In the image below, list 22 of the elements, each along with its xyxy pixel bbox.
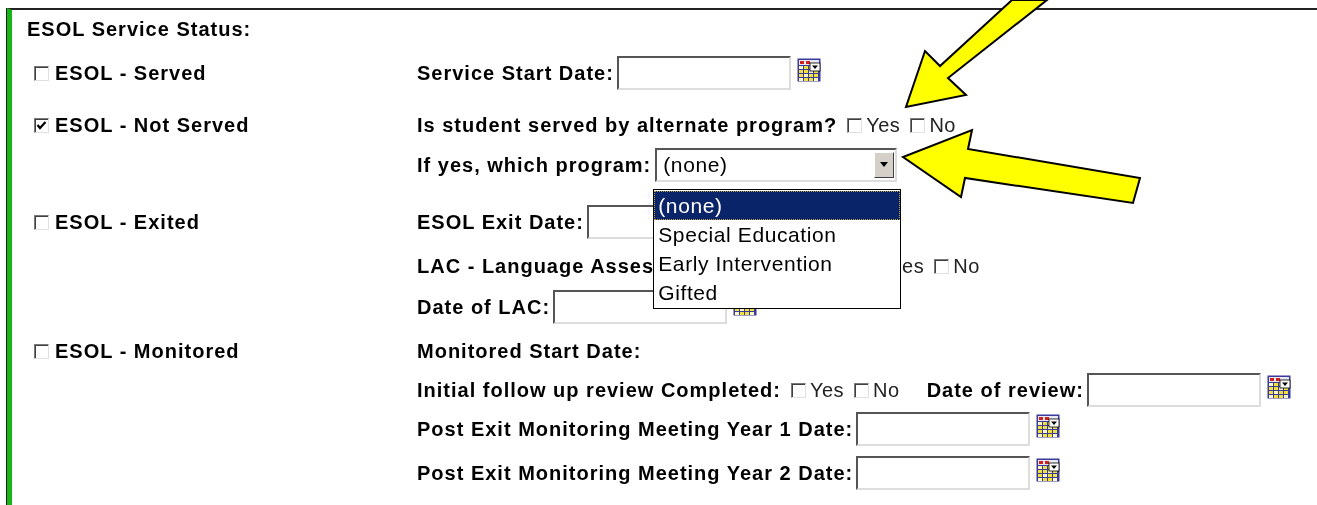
checkbox-label: Yes [809, 378, 845, 403]
field-label: Date of LAC: [417, 295, 551, 320]
status-label: ESOL - Served [55, 61, 207, 86]
status-label: ESOL - Exited [55, 210, 200, 235]
field-label: If yes, which program: [417, 153, 652, 178]
checkbox-label: Yes [866, 113, 901, 138]
field-label: Date of review: [926, 378, 1084, 403]
status-label: ESOL - Not Served [55, 113, 250, 138]
field-label: Is student served by alternate program? [417, 113, 838, 138]
field-label: ESOL Exit Date: [417, 210, 584, 235]
field-label: Post Exit Monitoring Meeting Year 2 Date: [417, 461, 854, 486]
field-label: Service Start Date: [417, 61, 614, 86]
checkbox-label: No [929, 113, 956, 138]
field-label: LAC - Language Asses [417, 254, 655, 279]
checkbox-label: No [953, 254, 980, 279]
field-label: Initial follow up review Completed: [417, 378, 781, 403]
checkbox-label: No [873, 378, 900, 403]
field-label: Post Exit Monitoring Meeting Year 1 Date: [417, 417, 854, 442]
status-label: ESOL - Monitored [55, 339, 240, 364]
field-label: Monitored Start Date: [417, 339, 642, 364]
option-label: es [902, 254, 925, 279]
section-title: ESOL Service Status: [27, 17, 252, 42]
